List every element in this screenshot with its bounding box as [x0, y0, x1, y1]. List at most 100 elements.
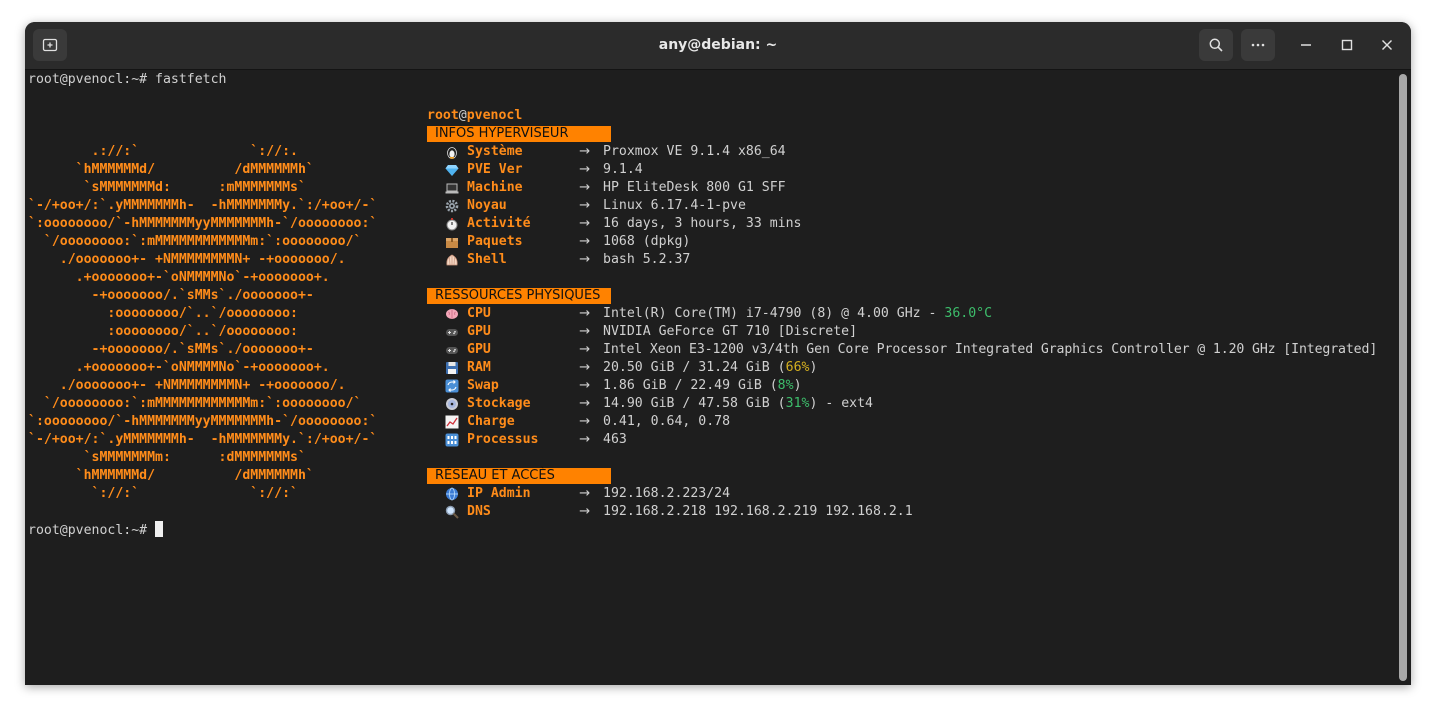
logo-line: ./ooooooo+- +NMMMMMMMMN+ -+ooooooo/. — [28, 378, 346, 393]
cpu-temperature: 36.0°C — [944, 306, 993, 321]
menu-button[interactable] — [1241, 29, 1275, 61]
swap-close: ) — [793, 378, 802, 393]
logo-line: `hMMMMMMd/ /dMMMMMMh` — [28, 162, 314, 177]
logo-line: :oooooooo/`..`/oooooooo: — [28, 324, 298, 339]
arrow-icon: → — [579, 378, 591, 393]
info-key: GPU — [467, 324, 491, 339]
info-key: PVE Ver — [467, 162, 523, 177]
gamepad-icon — [443, 341, 461, 359]
section-header-network: RÉSEAU ET ACCÈS — [427, 468, 611, 484]
info-key: Stockage — [467, 396, 531, 411]
info-value: 1.86 GiB / 22.49 GiB (8%) — [603, 377, 802, 395]
stopwatch-icon — [443, 215, 461, 233]
arrow-icon: → — [579, 162, 591, 177]
arrow-icon: → — [579, 306, 591, 321]
logo-line: `-/+oo+/:`.yMMMMMMMh- -hMMMMMMMy.`:/+oo+… — [28, 432, 378, 447]
arrow-icon: → — [579, 342, 591, 357]
arrow-icon: → — [579, 216, 591, 231]
swap-usage: 1.86 GiB / 22.49 GiB ( — [603, 378, 778, 393]
logo-line: `://:` `://:` — [28, 486, 298, 501]
title-bar: any@debian: ~ — [25, 22, 1411, 70]
search-button[interactable] — [1199, 29, 1233, 61]
close-icon — [1382, 40, 1392, 50]
arrow-icon: → — [579, 234, 591, 249]
username: root — [427, 108, 459, 123]
info-value: 1068 (dpkg) — [603, 234, 691, 249]
gem-icon — [443, 161, 461, 179]
arrow-icon: → — [579, 486, 591, 501]
command-prompt-line: root@pvenocl:~# — [28, 521, 164, 539]
info-key: DNS — [467, 504, 491, 519]
info-value: 0.41, 0.64, 0.78 — [603, 414, 731, 429]
brain-icon — [443, 305, 461, 323]
ram-close: ) — [809, 360, 818, 375]
command-prompt-line: root@pvenocl:~# fastfetch — [28, 72, 227, 87]
info-key: Charge — [467, 414, 515, 429]
info-value: Intel Xeon E3-1200 v3/4th Gen Core Proce… — [603, 342, 1378, 357]
disk-fs: ) - ext4 — [809, 396, 873, 411]
arrow-icon: → — [579, 252, 591, 267]
terminal-window: any@debian: ~ root@pvenocl:~# fastfetch … — [25, 22, 1411, 685]
logo-line: :oooooooo/`..`/oooooooo: — [28, 306, 298, 321]
gear-icon — [443, 197, 461, 215]
info-value: 192.168.2.223/24 — [603, 486, 731, 501]
more-options-icon — [1251, 43, 1265, 47]
minimize-icon — [1301, 44, 1311, 46]
arrow-icon: → — [579, 324, 591, 339]
arrow-icon: → — [579, 432, 591, 447]
at-sign: @ — [458, 108, 467, 123]
info-value: 9.1.4 — [603, 162, 643, 177]
info-value: 20.50 GiB / 31.24 GiB (66%) — [603, 359, 817, 377]
info-key: RAM — [467, 360, 491, 375]
arrow-icon: → — [579, 198, 591, 213]
logo-line: `-/+oo+/:`.yMMMMMMMh- -hMMMMMMMy.`:/+oo+… — [28, 198, 378, 213]
maximize-button[interactable] — [1334, 32, 1360, 58]
terminal-output[interactable]: root@pvenocl:~# fastfetch .://:` `://:. … — [28, 69, 1396, 683]
penguin-icon — [443, 143, 461, 161]
arrow-icon: → — [579, 504, 591, 519]
info-key: CPU — [467, 306, 491, 321]
minimize-button[interactable] — [1293, 32, 1319, 58]
logo-line: `sMMMMMMMm: :dMMMMMMMs` — [28, 450, 306, 465]
info-value: Intel(R) Core(TM) i7-4790 (8) @ 4.00 GHz… — [603, 305, 992, 323]
logo-line: `:oooooooo/`-hMMMMMMMyyMMMMMMMh-`/oooooo… — [28, 216, 378, 231]
logo-line: `hMMMMMMd/ /dMMMMMMh` — [28, 468, 314, 483]
info-value: 192.168.2.218 192.168.2.219 192.168.2.1 — [603, 504, 913, 519]
close-button[interactable] — [1374, 32, 1400, 58]
logo-line: .://:` `://:. — [28, 144, 298, 159]
logo-line: `/oooooooo:`:mMMMMMMMMMMMMm:`:oooooooo/` — [28, 396, 362, 411]
info-value: HP EliteDesk 800 G1 SFF — [603, 180, 786, 195]
logo-line: -+ooooooo/.`sMMs`./ooooooo+- — [28, 342, 314, 357]
info-key: Swap — [467, 378, 499, 393]
info-key: GPU — [467, 342, 491, 357]
info-key: Machine — [467, 180, 523, 195]
section-header-hypervisor: INFOS HYPERVISEUR — [427, 126, 611, 142]
logo-line: `sMMMMMMMd: :mMMMMMMMs` — [28, 180, 306, 195]
info-value: Linux 6.17.4-1-pve — [603, 198, 746, 213]
package-icon — [443, 233, 461, 251]
maximize-icon — [1341, 39, 1353, 51]
globe-icon — [443, 485, 461, 503]
arrow-icon: → — [579, 414, 591, 429]
scrollbar[interactable] — [1399, 74, 1407, 681]
logo-line: `:oooooooo/`-hMMMMMMMyyMMMMMMMh-`/oooooo… — [28, 414, 378, 429]
info-value: Proxmox VE 9.1.4 x86_64 — [603, 144, 786, 159]
info-value: 463 — [603, 432, 627, 447]
info-key: Noyau — [467, 198, 507, 213]
magnifier-icon — [443, 503, 461, 521]
logo-line: -+ooooooo/.`sMMs`./ooooooo+- — [28, 288, 314, 303]
floppy-disk-icon — [443, 359, 461, 377]
info-value: NVIDIA GeForce GT 710 [Discrete] — [603, 324, 858, 339]
info-value: 16 days, 3 hours, 33 mins — [603, 216, 802, 231]
chart-icon — [443, 413, 461, 431]
search-icon — [1209, 38, 1223, 52]
laptop-icon — [443, 179, 461, 197]
arrow-icon: → — [579, 180, 591, 195]
shell-icon — [443, 251, 461, 269]
logo-line: `/oooooooo:`:mMMMMMMMMMMMMm:`:oooooooo/` — [28, 234, 362, 249]
info-key: Système — [467, 144, 523, 159]
info-key: IP Admin — [467, 486, 531, 501]
user-host-title: root@pvenocl — [427, 107, 522, 125]
info-value: bash 5.2.37 — [603, 252, 691, 267]
info-key: Paquets — [467, 234, 523, 249]
